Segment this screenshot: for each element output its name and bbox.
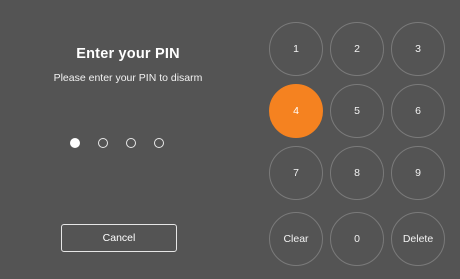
- delete-button[interactable]: Delete: [391, 212, 445, 266]
- pin-dot-1: [70, 138, 80, 148]
- clear-button[interactable]: Clear: [269, 212, 323, 266]
- key-0[interactable]: 0: [330, 212, 384, 266]
- key-4[interactable]: 4: [269, 84, 323, 138]
- key-9[interactable]: 9: [391, 146, 445, 200]
- key-1[interactable]: 1: [269, 22, 323, 76]
- key-7[interactable]: 7: [269, 146, 323, 200]
- pin-dot-3: [126, 138, 136, 148]
- pin-entry-panel: Enter your PIN Please enter your PIN to …: [0, 0, 256, 279]
- key-8[interactable]: 8: [330, 146, 384, 200]
- key-6[interactable]: 6: [391, 84, 445, 138]
- key-2[interactable]: 2: [330, 22, 384, 76]
- pin-dot-4: [154, 138, 164, 148]
- pin-dot-2: [98, 138, 108, 148]
- key-5[interactable]: 5: [330, 84, 384, 138]
- page-title: Enter your PIN: [76, 46, 180, 62]
- cancel-button[interactable]: Cancel: [61, 224, 177, 252]
- key-3[interactable]: 3: [391, 22, 445, 76]
- pin-instructions: Please enter your PIN to disarm: [53, 72, 203, 84]
